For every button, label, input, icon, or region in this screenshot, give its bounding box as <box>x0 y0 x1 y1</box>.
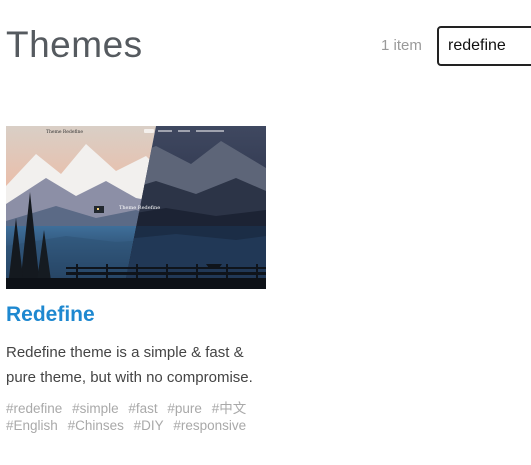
tag-link[interactable]: #simple <box>72 401 119 416</box>
tag-link[interactable]: #redefine <box>6 401 62 416</box>
theme-tags: #redefine #simple #fast #pure #中文 #Engli… <box>6 400 266 434</box>
tag-link[interactable]: #Chinses <box>68 418 124 433</box>
theme-description: Redefine theme is a simple & fast & pure… <box>6 344 253 386</box>
preview-hero-text: Theme Redefine <box>119 205 160 211</box>
preview-site-title: Theme Redefine <box>46 129 83 135</box>
search-input[interactable] <box>437 26 531 66</box>
theme-thumbnail[interactable]: Theme Redefine Theme Redefine <box>6 126 266 289</box>
tag-link[interactable]: #English <box>6 418 58 433</box>
tag-link[interactable]: #DIY <box>134 418 164 433</box>
tag-link[interactable]: #fast <box>128 401 157 416</box>
tag-link[interactable]: #中文 <box>212 401 247 416</box>
theme-preview-image: Theme Redefine Theme Redefine <box>6 126 266 289</box>
tag-link[interactable]: #responsive <box>173 418 246 433</box>
theme-card: Theme Redefine Theme Redefine Redefine R… <box>6 126 266 434</box>
theme-name-link[interactable]: Redefine <box>6 302 266 328</box>
page-title: Themes <box>6 24 143 65</box>
themes-page: Themes 1 item redefine Theme Redefine Th… <box>0 0 531 465</box>
result-count: 1 item <box>381 37 422 54</box>
tag-link[interactable]: #pure <box>167 401 202 416</box>
